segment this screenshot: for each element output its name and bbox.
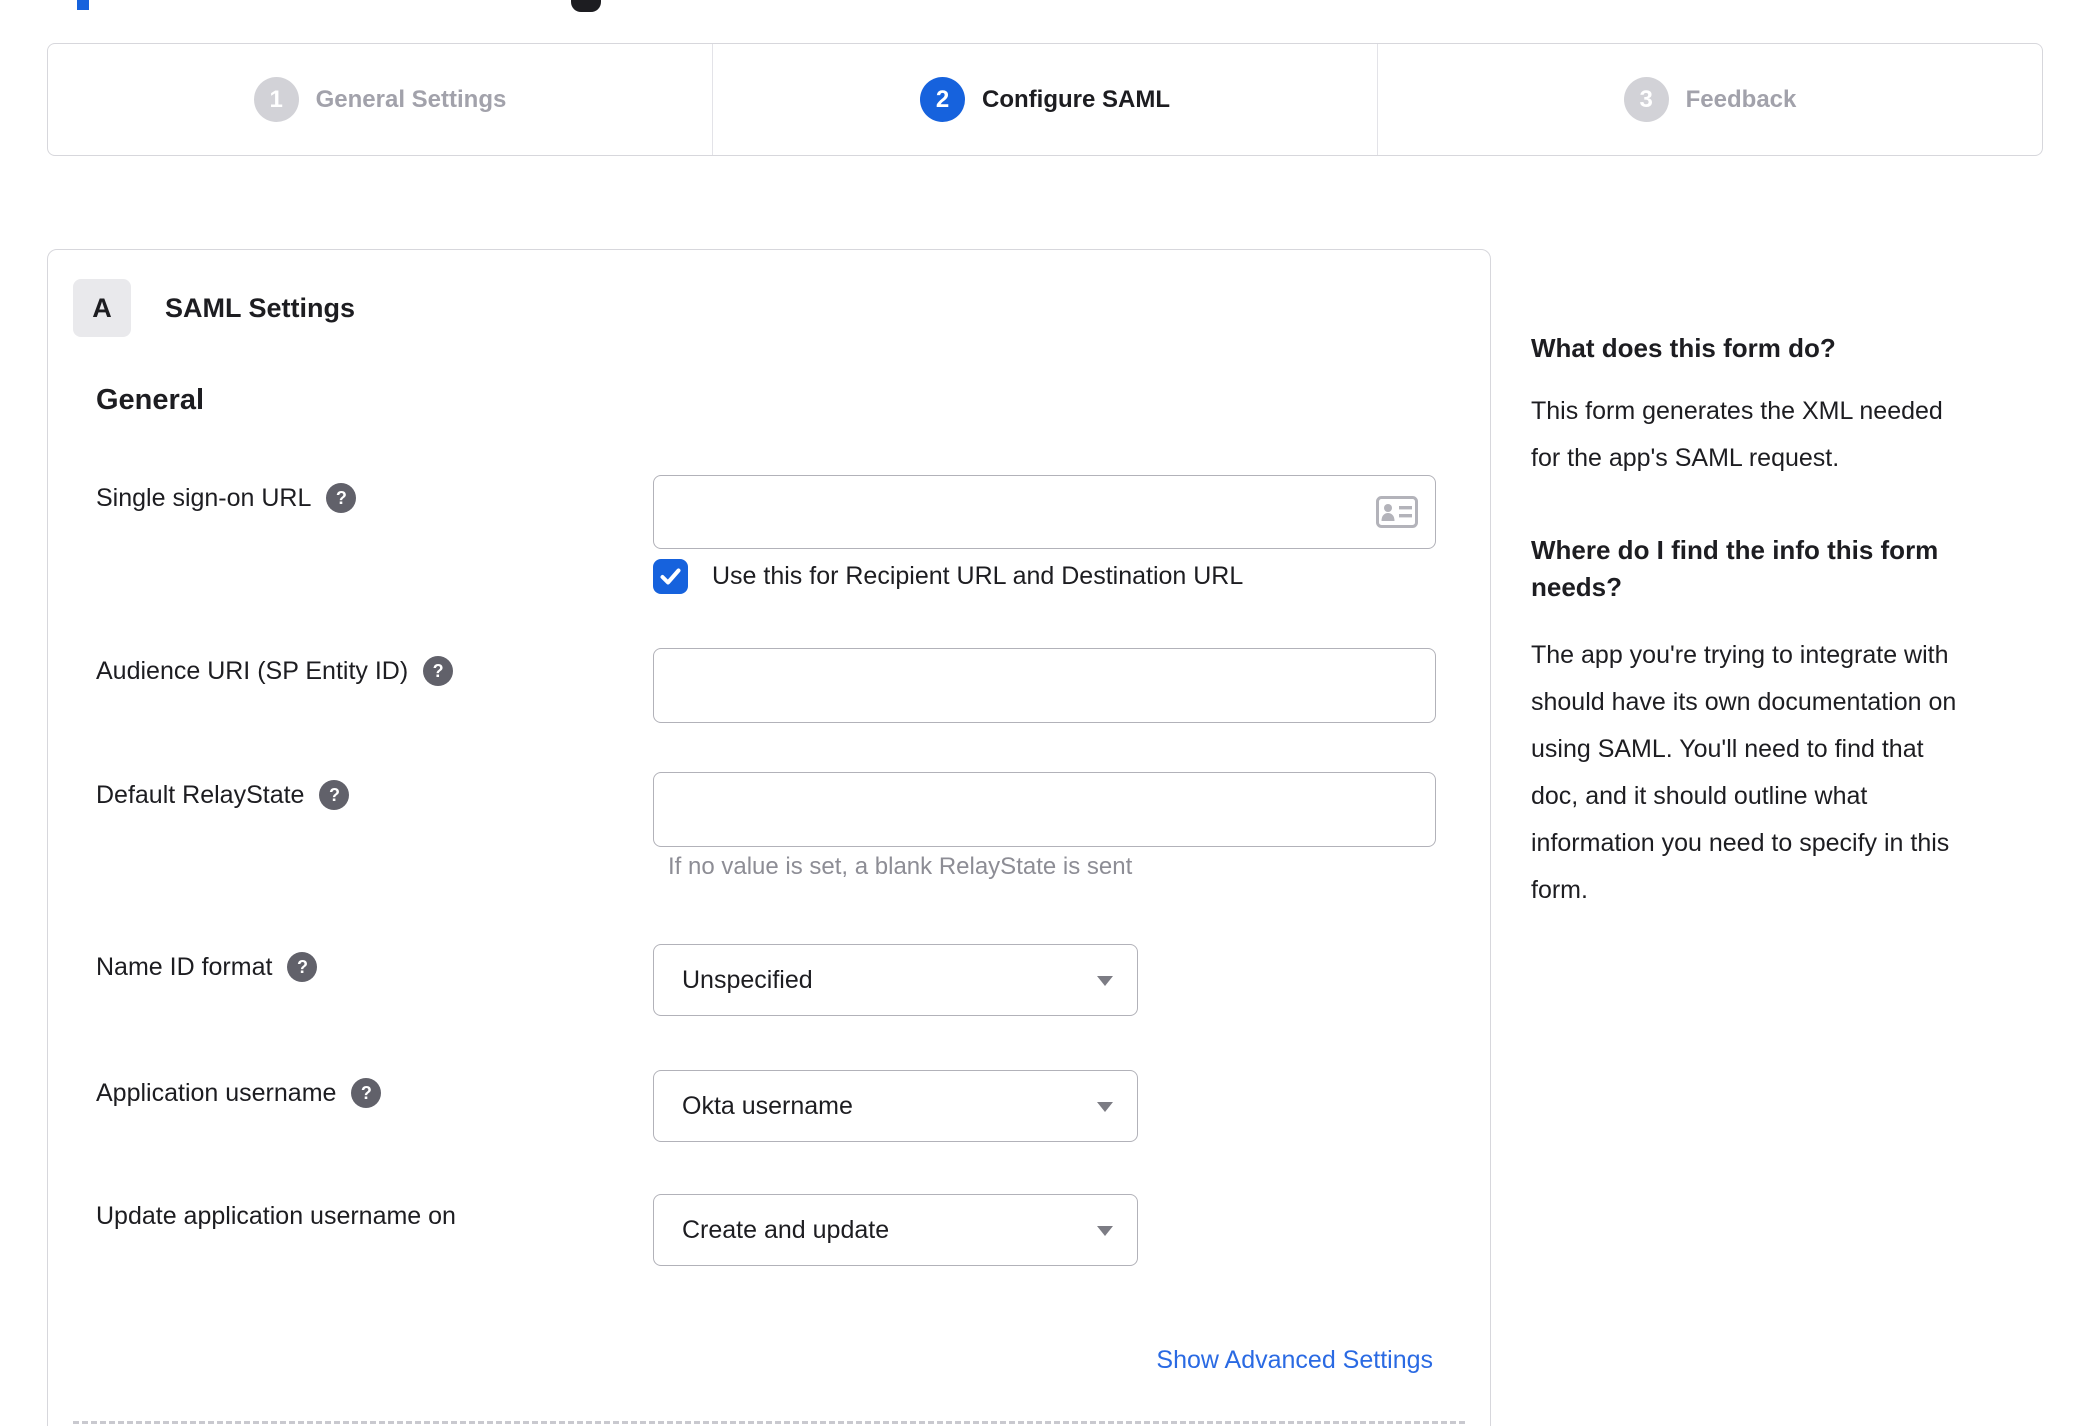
chevron-down-icon (1097, 1226, 1113, 1236)
step-number-badge: 2 (920, 77, 965, 122)
sidebar-body-line: form. (1531, 876, 1588, 904)
field-label-text: Default RelayState (96, 780, 305, 809)
application-username-label: Application username ? (96, 1078, 382, 1108)
wizard-stepper: 1 General Settings 2 Configure SAML 3 Fe… (47, 43, 2043, 156)
chevron-down-icon (1097, 976, 1113, 986)
default-relaystate-input[interactable] (653, 772, 1436, 847)
help-icon[interactable]: ? (287, 952, 318, 982)
checkbox-checked-icon[interactable] (653, 559, 688, 594)
clipped-header-fragment (571, 0, 601, 12)
field-label-text: Name ID format (96, 952, 273, 981)
sidebar-heading-where: Where do I find the info this form needs… (1531, 532, 1938, 606)
sidebar-heading-what: What does this form do? (1531, 330, 1836, 367)
sidebar-body-line: This form generates the XML needed (1531, 397, 1943, 425)
name-id-format-row: Name ID format ? Unspecified (48, 944, 1490, 1016)
sidebar-heading-line: What does this form do? (1531, 333, 1836, 363)
default-relaystate-row: Default RelayState ? If no value is set,… (48, 772, 1490, 892)
configure-saml-wizard-page: 1 General Settings 2 Configure SAML 3 Fe… (0, 0, 2092, 1426)
sidebar-body-line: using SAML. You'll need to find that (1531, 735, 1924, 763)
step-feedback[interactable]: 3 Feedback (1377, 44, 2042, 155)
field-label-text: Single sign-on URL (96, 483, 312, 512)
panel-title: SAML Settings (165, 292, 356, 323)
show-advanced-settings-link[interactable]: Show Advanced Settings (1156, 1346, 1433, 1375)
step-label: Feedback (1685, 85, 1797, 113)
contact-card-icon[interactable] (1376, 496, 1418, 528)
select-value: Okta username (682, 1091, 853, 1120)
help-icon[interactable]: ? (326, 483, 357, 513)
clipped-blue-fragment (77, 0, 89, 10)
step-label: General Settings (315, 85, 507, 113)
saml-settings-panel: A SAML Settings General Single sign-on U… (47, 249, 1491, 1426)
sidebar-heading-line: Where do I find the info this form (1531, 535, 1939, 565)
audience-uri-input[interactable] (653, 648, 1436, 723)
sidebar-heading-line: needs? (1531, 572, 1623, 602)
sidebar-body-what: This form generates the XML needed for t… (1531, 388, 1943, 482)
single-sign-on-url-label: Single sign-on URL ? (96, 483, 357, 513)
sidebar-body-line: The app you're trying to integrate with (1531, 641, 1949, 669)
dashed-section-divider (73, 1421, 1465, 1424)
sidebar-body-line: information you need to specify in this (1531, 829, 1950, 857)
section-a-badge: A (73, 279, 131, 337)
name-id-format-select[interactable]: Unspecified (653, 944, 1138, 1016)
relaystate-hint-text: If no value is set, a blank RelayState i… (668, 853, 1133, 880)
help-icon[interactable]: ? (319, 780, 350, 810)
checkbox-label: Use this for Recipient URL and Destinati… (712, 562, 1244, 590)
name-id-format-label: Name ID format ? (96, 952, 318, 982)
general-section-heading: General (96, 384, 204, 416)
field-label-text: Application username (96, 1078, 337, 1107)
single-sign-on-url-input[interactable] (653, 475, 1436, 549)
sidebar-body-line: doc, and it should outline what (1531, 782, 1868, 810)
audience-uri-row: Audience URI (SP Entity ID) ? (48, 648, 1490, 723)
recipient-destination-checkbox-row[interactable]: Use this for Recipient URL and Destinati… (653, 559, 1243, 594)
application-username-row: Application username ? Okta username (48, 1070, 1490, 1142)
update-application-username-row: Update application username on Create an… (48, 1194, 1490, 1266)
step-label: Configure SAML (982, 85, 1170, 113)
step-number-badge: 3 (1623, 77, 1669, 122)
help-icon[interactable]: ? (351, 1078, 382, 1108)
single-sign-on-url-row: Single sign-on URL ? (48, 475, 1490, 549)
update-application-username-select[interactable]: Create and update (653, 1194, 1138, 1266)
default-relaystate-label: Default RelayState ? (96, 780, 350, 810)
application-username-select[interactable]: Okta username (653, 1070, 1138, 1142)
update-application-username-label: Update application username on (96, 1202, 456, 1231)
sidebar-body-line: should have its own documentation on (1531, 688, 1957, 716)
field-label-text: Update application username on (96, 1202, 456, 1230)
field-label-text: Audience URI (SP Entity ID) (96, 656, 409, 685)
audience-uri-label: Audience URI (SP Entity ID) ? (96, 656, 454, 686)
step-number-badge: 1 (253, 77, 299, 122)
sidebar-body-where: The app you're trying to integrate with … (1531, 632, 1956, 914)
sidebar-body-line: for the app's SAML request. (1531, 444, 1840, 472)
help-icon[interactable]: ? (423, 656, 454, 686)
chevron-down-icon (1097, 1102, 1113, 1112)
step-configure-saml[interactable]: 2 Configure SAML (712, 44, 1377, 155)
step-general-settings[interactable]: 1 General Settings (48, 44, 712, 155)
select-value: Unspecified (682, 965, 813, 994)
select-value: Create and update (682, 1215, 890, 1244)
